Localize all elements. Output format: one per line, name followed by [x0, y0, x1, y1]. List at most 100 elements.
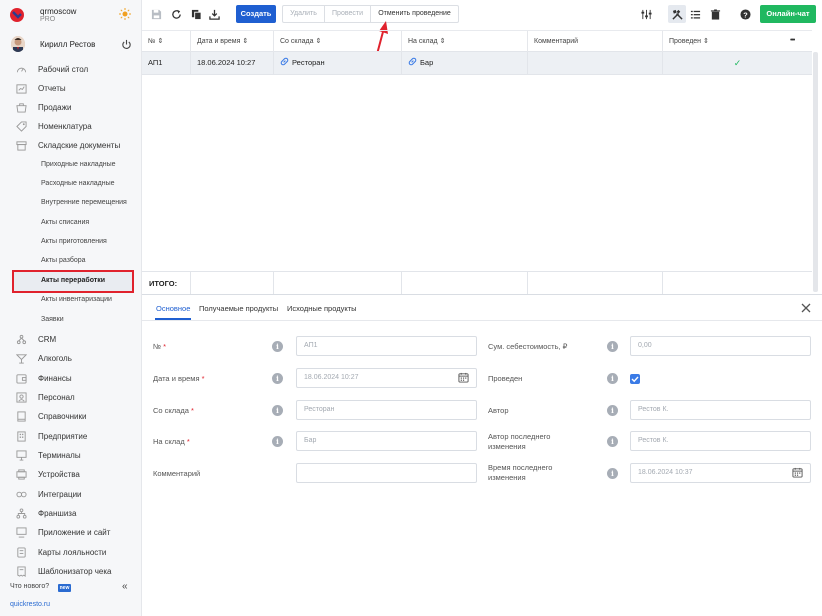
- tab-main[interactable]: Основное: [156, 304, 190, 313]
- nav-item-dashboard[interactable]: Рабочий стол: [0, 60, 142, 79]
- nav-item-warehouse-docs[interactable]: Складские документы: [0, 136, 142, 155]
- nav-item-loyalty-cards[interactable]: Карты лояльности: [0, 543, 142, 562]
- column-header-datetime[interactable]: Дата и время ⇕: [191, 31, 274, 53]
- receipt-icon: [17, 566, 26, 577]
- nav-label: Шаблонизатор чека: [38, 567, 112, 576]
- totals-label: ИТОГО:: [149, 279, 178, 288]
- subnav-label: Расходные накладные: [41, 180, 115, 187]
- label-text: Комментарий: [153, 469, 201, 478]
- comment-input[interactable]: [296, 463, 477, 483]
- create-button[interactable]: Создать: [236, 5, 276, 23]
- subnav-item-preparation[interactable]: Акты приготовления: [12, 233, 134, 252]
- last-author-input[interactable]: Рестов К.: [630, 431, 811, 451]
- sliders-icon[interactable]: [641, 9, 652, 20]
- nav-item-references[interactable]: Справочники: [0, 407, 142, 426]
- subnav-item-processing[interactable]: Акты переработки: [12, 270, 134, 293]
- person-icon: [16, 392, 27, 403]
- author-input[interactable]: Рестов К.: [630, 400, 811, 420]
- subnav-label: Приходные накладные: [41, 161, 116, 168]
- power-icon[interactable]: [121, 39, 132, 50]
- table-scrollbar[interactable]: [813, 52, 818, 292]
- info-icon[interactable]: i: [607, 373, 618, 384]
- more-options-icon[interactable]: •••: [790, 37, 795, 44]
- subnav-item-requests[interactable]: Заявки: [12, 311, 134, 330]
- totals-cell: [528, 272, 663, 294]
- save-icon[interactable]: [151, 9, 162, 20]
- to-warehouse-input[interactable]: Бар: [296, 431, 477, 451]
- users-icon: [16, 334, 27, 345]
- nav-item-crm[interactable]: CRM: [0, 330, 142, 349]
- info-icon[interactable]: i: [607, 468, 618, 479]
- site-link[interactable]: quickresto.ru: [10, 601, 50, 608]
- subnav-item-incoming[interactable]: Приходные накладные: [12, 156, 134, 175]
- nav-label: Отчеты: [38, 84, 66, 93]
- nav-item-terminals[interactable]: Терминалы: [0, 446, 142, 465]
- sidebar: qrmoscow PRO Кирилл Рестов Рабочий стол …: [0, 0, 142, 616]
- box-icon: [16, 141, 27, 151]
- calendar-icon[interactable]: [792, 467, 803, 478]
- column-header-to-warehouse[interactable]: На склад ⇕: [402, 31, 528, 53]
- help-icon[interactable]: ?: [740, 9, 751, 20]
- nav-item-receipt-template[interactable]: Шаблонизатор чека: [0, 562, 142, 581]
- wallet-icon: [16, 374, 27, 384]
- tab-output-products[interactable]: Получаемые продукты: [199, 304, 278, 313]
- whats-new-link[interactable]: Что нового?: [10, 583, 49, 590]
- refresh-icon[interactable]: [171, 9, 182, 20]
- info-icon[interactable]: i: [607, 436, 618, 447]
- info-icon[interactable]: i: [272, 373, 283, 384]
- trash-icon[interactable]: [710, 9, 721, 20]
- delete-button[interactable]: Удалить: [283, 6, 324, 22]
- link-icon[interactable]: [408, 57, 417, 66]
- nav-item-enterprise[interactable]: Предприятие: [0, 427, 142, 446]
- nav-item-finance[interactable]: Финансы: [0, 369, 142, 388]
- last-modified-input[interactable]: 18.06.2024 10:37: [630, 463, 811, 483]
- close-icon[interactable]: [800, 302, 812, 314]
- nav-item-devices[interactable]: Устройства: [0, 465, 142, 484]
- calendar-icon[interactable]: [458, 372, 469, 383]
- user-block[interactable]: Кирилл Рестов: [0, 34, 142, 56]
- table-row[interactable]: АП1 18.06.2024 10:27 Ресторан Бар ✓: [142, 52, 812, 75]
- subnav-item-disassembly[interactable]: Акты разбора: [12, 252, 134, 271]
- column-header-comment[interactable]: Комментарий: [528, 31, 663, 53]
- cost-sum-input[interactable]: 0,00: [630, 336, 811, 356]
- subnav-item-outgoing[interactable]: Расходные накладные: [12, 175, 134, 194]
- sun-icon[interactable]: [119, 8, 131, 20]
- info-icon[interactable]: i: [607, 341, 618, 352]
- subnav-item-writeoffs[interactable]: Акты списания: [12, 214, 134, 233]
- nav-item-staff[interactable]: Персонал: [0, 388, 142, 407]
- from-warehouse-input[interactable]: Ресторан: [296, 400, 477, 420]
- nav-item-app-site[interactable]: Приложение и сайт: [0, 523, 142, 542]
- info-icon[interactable]: i: [272, 436, 283, 447]
- collapse-sidebar-button[interactable]: «: [122, 581, 128, 592]
- post-button[interactable]: Провести: [325, 6, 370, 22]
- tab-source-products[interactable]: Исходные продукты: [287, 304, 357, 313]
- nav-label: Устройства: [38, 470, 80, 479]
- online-chat-button[interactable]: Онлайн-чат: [760, 5, 816, 23]
- nav-item-reports[interactable]: Отчеты: [0, 79, 142, 98]
- copy-icon[interactable]: [191, 9, 202, 20]
- nav-item-alcohol[interactable]: Алкоголь: [0, 349, 142, 368]
- brand-block[interactable]: qrmoscow PRO: [0, 0, 142, 30]
- field-label-last-modified: Время последнего изменения: [488, 463, 553, 482]
- subnav-item-transfers[interactable]: Внутренние перемещения: [12, 194, 134, 213]
- info-icon[interactable]: i: [272, 341, 283, 352]
- building-icon: [17, 431, 26, 442]
- download-icon[interactable]: [209, 9, 220, 20]
- subnav-item-inventory[interactable]: Акты инвентаризации: [12, 291, 134, 310]
- datetime-input[interactable]: 18.06.2024 10:27: [296, 368, 477, 388]
- nav-item-franchise[interactable]: Франшиза: [0, 504, 142, 523]
- column-header-from-warehouse[interactable]: Со склада ⇕: [274, 31, 402, 53]
- totals-cell: [402, 272, 528, 294]
- nav-item-sales[interactable]: Продажи: [0, 98, 142, 117]
- posted-checkbox[interactable]: [630, 374, 640, 384]
- nav-label: Складские документы: [38, 141, 121, 150]
- info-icon[interactable]: i: [607, 405, 618, 416]
- nav-item-nomenclature[interactable]: Номенклатура: [0, 117, 142, 136]
- info-icon[interactable]: i: [272, 405, 283, 416]
- column-header-number[interactable]: № ⇕: [142, 31, 191, 53]
- nav-item-integrations[interactable]: Интеграции: [0, 485, 142, 504]
- subnav-label: Внутренние перемещения: [41, 199, 127, 206]
- link-icon[interactable]: [280, 57, 289, 66]
- number-input[interactable]: АП1: [296, 336, 477, 356]
- list-icon[interactable]: [690, 9, 701, 20]
